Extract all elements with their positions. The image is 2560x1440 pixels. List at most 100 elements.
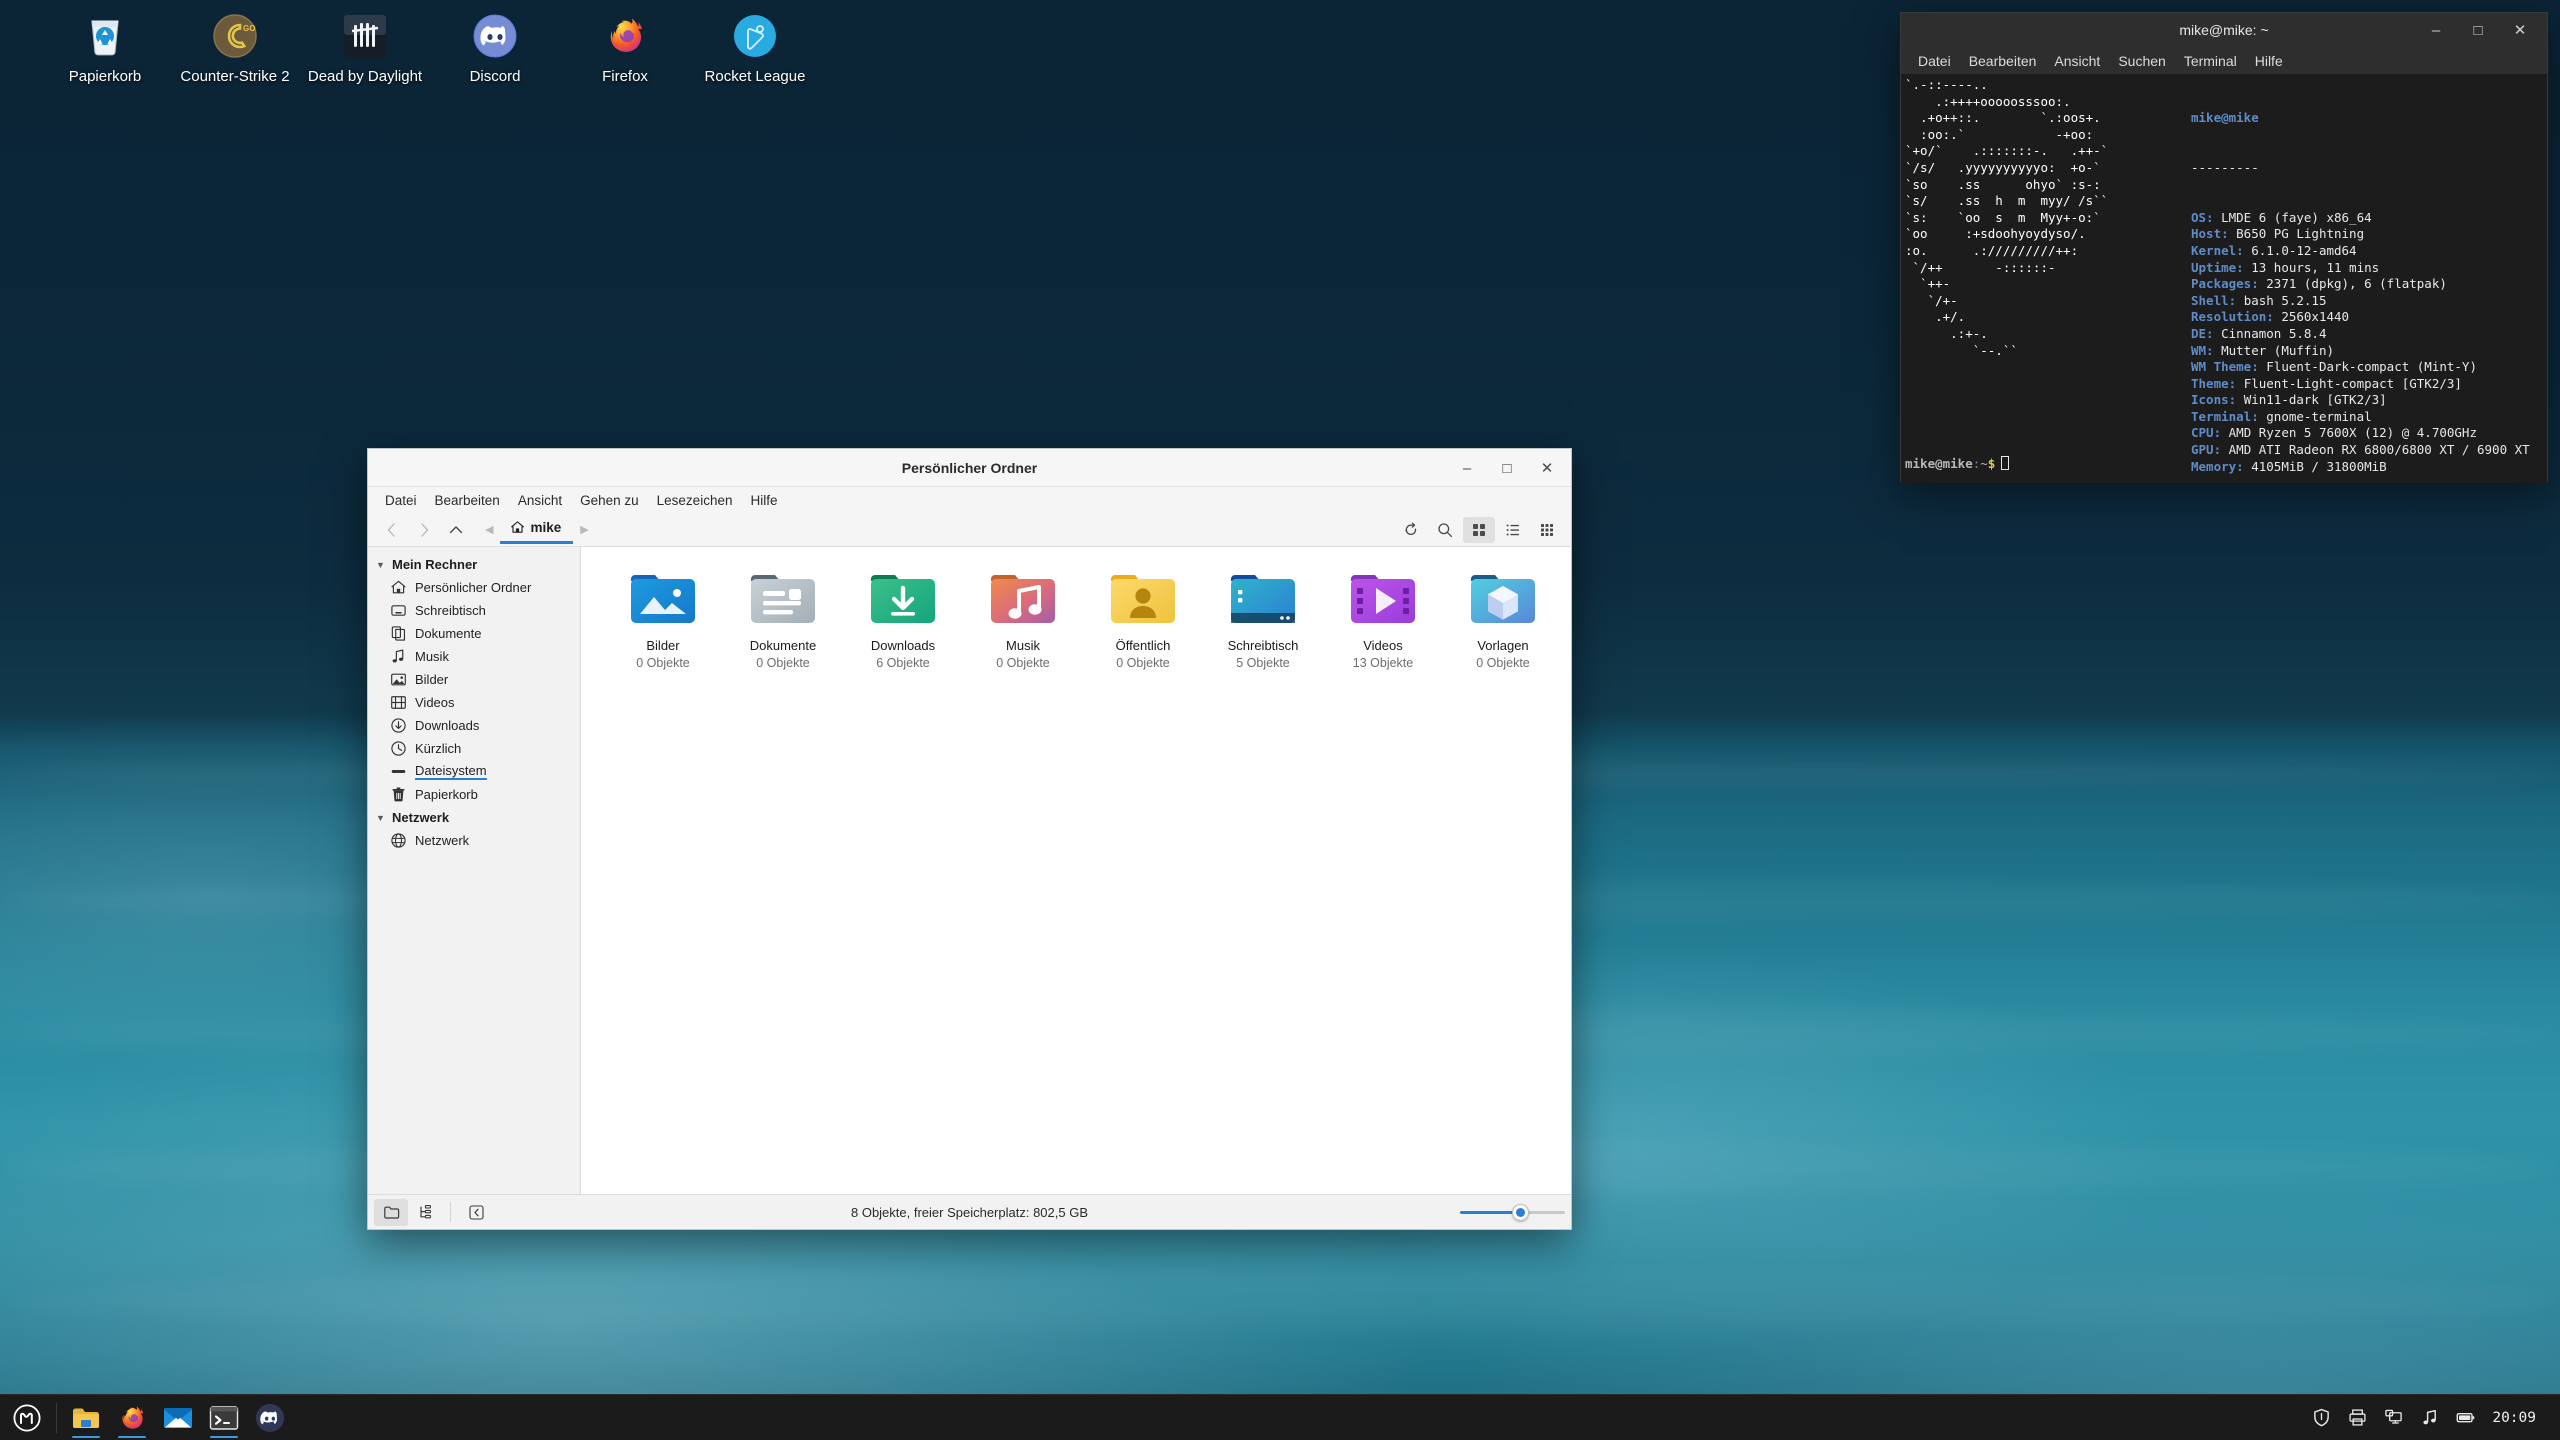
terminal-menu-ansicht[interactable]: Ansicht (2045, 50, 2109, 72)
file-manager-content-area[interactable]: Bilder 0 Objekte Dokumente 0 Objekte Dow… (581, 547, 1571, 1194)
file-item-videos[interactable]: Videos 13 Objekte (1323, 563, 1443, 680)
menu-lesezeichen[interactable]: Lesezeichen (648, 490, 742, 511)
menu-gehen-zu[interactable]: Gehen zu (571, 490, 648, 511)
status-text: 8 Objekte, freier Speicherplatz: 802,5 G… (850, 1204, 1088, 1220)
desktop-icon-dead-by-daylight[interactable]: Dead by Daylight (300, 8, 430, 85)
breadcrumb-item-mike[interactable]: mike (500, 516, 574, 544)
neofetch-user: mike@mike (2191, 110, 2259, 126)
places-button[interactable] (374, 1198, 408, 1226)
terminal-window[interactable]: mike@mike: ~ – □ ✕ Datei Bearbeiten Ansi… (1900, 12, 2548, 483)
breadcrumb-label: mike (530, 519, 562, 535)
mail-icon (164, 1407, 192, 1428)
display-tray-button[interactable] (2376, 1401, 2410, 1435)
desktop-icon-discord[interactable]: Discord (430, 8, 560, 85)
sidebar-item-netzwerk[interactable]: Netzwerk (368, 829, 580, 852)
file-item-oeffentlich[interactable]: Öffentlich 0 Objekte (1083, 563, 1203, 680)
battery-tray-button[interactable] (2448, 1401, 2482, 1435)
terminal-menu-terminal[interactable]: Terminal (2175, 50, 2246, 72)
terminal-maximize-button[interactable]: □ (2457, 13, 2499, 47)
desktop-icon-counter-strike-2[interactable]: GO Counter-Strike 2 (170, 8, 300, 85)
search-button[interactable] (1429, 517, 1461, 543)
breadcrumb-next-button[interactable]: ▶ (573, 523, 595, 536)
file-item-name: Bilder (646, 638, 680, 653)
file-item-schreibtisch[interactable]: Schreibtisch 5 Objekte (1203, 563, 1323, 680)
menu-bearbeiten[interactable]: Bearbeiten (426, 490, 509, 511)
sidebar-item-schreibtisch[interactable]: Schreibtisch (368, 599, 580, 622)
sidebar-item-persoenlicher-ordner[interactable]: Persönlicher Ordner (368, 576, 580, 599)
terminal-close-button[interactable]: ✕ (2499, 13, 2541, 47)
file-item-bilder[interactable]: Bilder 0 Objekte (603, 563, 723, 680)
file-item-downloads[interactable]: Downloads 6 Objekte (843, 563, 963, 680)
terminal-output-area[interactable]: `.-::----.. .:++++ooooosssoo:. .+o++::. … (1901, 75, 2547, 483)
printer-tray-button[interactable] (2340, 1401, 2374, 1435)
neofetch-row-key: DE: (2191, 325, 2222, 341)
zoom-slider-handle[interactable] (1512, 1203, 1529, 1221)
icon-view-button[interactable] (1463, 516, 1495, 543)
sidebar-item-dateisystem[interactable]: Dateisystem (368, 760, 580, 783)
shield-tray-button[interactable] (2304, 1401, 2338, 1435)
mail-launcher[interactable] (157, 1397, 199, 1439)
file-manager-maximize-button[interactable]: □ (1487, 449, 1527, 487)
sidebar-item-bilder[interactable]: Bilder (368, 668, 580, 691)
terminal-menu-hilfe[interactable]: Hilfe (2246, 50, 2292, 72)
file-manager-titlebar[interactable]: Persönlicher Ordner – □ ✕ (368, 449, 1571, 487)
file-manager-close-button[interactable]: ✕ (1527, 449, 1567, 487)
collapse-sidebar-button[interactable] (459, 1199, 493, 1226)
file-manager-body: ▼ Mein Rechner Persönlicher Ordner Schre… (368, 547, 1571, 1194)
menu-hilfe[interactable]: Hilfe (741, 490, 786, 511)
music-tray-button[interactable] (2412, 1401, 2446, 1435)
desktop-icon-rocket-league[interactable]: Rocket League (690, 8, 820, 85)
file-item-vorlagen[interactable]: Vorlagen 0 Objekte (1443, 563, 1563, 680)
list-view-button[interactable] (1497, 517, 1529, 543)
sidebar-item-papierkorb[interactable]: Papierkorb (368, 783, 580, 806)
file-item-name: Musik (1006, 638, 1040, 653)
back-button[interactable] (376, 517, 408, 543)
compact-view-button[interactable] (1531, 517, 1563, 543)
firefox-launcher[interactable] (111, 1397, 153, 1439)
desktop-icon-firefox[interactable]: Firefox (560, 8, 690, 85)
sidebar-item-downloads[interactable]: Downloads (368, 714, 580, 737)
sidebar-item-kuerzlich[interactable]: Kürzlich (368, 737, 580, 760)
terminal-titlebar[interactable]: mike@mike: ~ – □ ✕ (1901, 13, 2547, 47)
file-manager-minimize-button[interactable]: – (1447, 449, 1487, 487)
file-item-dokumente[interactable]: Dokumente 0 Objekte (723, 563, 843, 680)
terminal-launcher[interactable] (203, 1397, 245, 1439)
reload-button[interactable] (1395, 517, 1427, 543)
sidebar-item-label: Videos (415, 695, 455, 710)
file-manager-sidebar[interactable]: ▼ Mein Rechner Persönlicher Ordner Schre… (368, 547, 581, 1194)
compact-view-icon (1541, 523, 1553, 536)
discord-launcher[interactable] (249, 1397, 291, 1439)
desktop-icon-label: Dead by Daylight (307, 68, 423, 85)
zoom-slider[interactable] (1460, 1202, 1565, 1222)
mint-menu-button[interactable] (0, 1395, 54, 1440)
terminal-menu-bearbeiten[interactable]: Bearbeiten (1960, 50, 2046, 72)
sidebar-item-dokumente[interactable]: Dokumente (368, 622, 580, 645)
file-item-musik[interactable]: Musik 0 Objekte (963, 563, 1083, 680)
folder-downloads-icon (871, 575, 935, 623)
terminal-minimize-button[interactable]: – (2415, 13, 2457, 47)
sidebar-item-videos[interactable]: Videos (368, 691, 580, 714)
treeview-button[interactable] (408, 1199, 442, 1226)
desktop[interactable]: Papierkorb GO Counter-Strike 2 Dead by D… (0, 0, 2560, 1440)
desktop-icon-papierkorb[interactable]: Papierkorb (40, 8, 170, 85)
menu-datei[interactable]: Datei (376, 490, 426, 511)
forward-button[interactable] (408, 517, 440, 543)
sidebar-group-mein-rechner[interactable]: ▼ Mein Rechner (368, 553, 580, 576)
sidebar-item-musik[interactable]: Musik (368, 645, 580, 668)
rocket-league-icon (734, 15, 776, 57)
neofetch-row-key: Terminal: (2191, 408, 2267, 424)
terminal-menu-suchen[interactable]: Suchen (2109, 50, 2174, 72)
clock[interactable]: 20:09 (2484, 1410, 2546, 1426)
up-button[interactable] (440, 517, 472, 543)
file-item-count: 0 Objekte (1476, 656, 1530, 670)
menu-ansicht[interactable]: Ansicht (509, 490, 571, 511)
sidebar-group-netzwerk[interactable]: ▼ Netzwerk (368, 806, 580, 829)
neofetch-row: OS: LMDE 6 (faye) x86_64 (2191, 210, 2530, 227)
file-item-count: 5 Objekte (1236, 656, 1290, 670)
breadcrumb-prev-button[interactable]: ◀ (478, 523, 500, 536)
terminal-menu-datei[interactable]: Datei (1909, 50, 1960, 72)
files-launcher[interactable] (65, 1397, 107, 1439)
terminal-prompt[interactable]: mike@mike:~$ (1905, 456, 2010, 473)
file-manager-window[interactable]: Persönlicher Ordner – □ ✕ Datei Bearbeit… (367, 448, 1572, 1230)
pictures-icon (391, 673, 406, 686)
